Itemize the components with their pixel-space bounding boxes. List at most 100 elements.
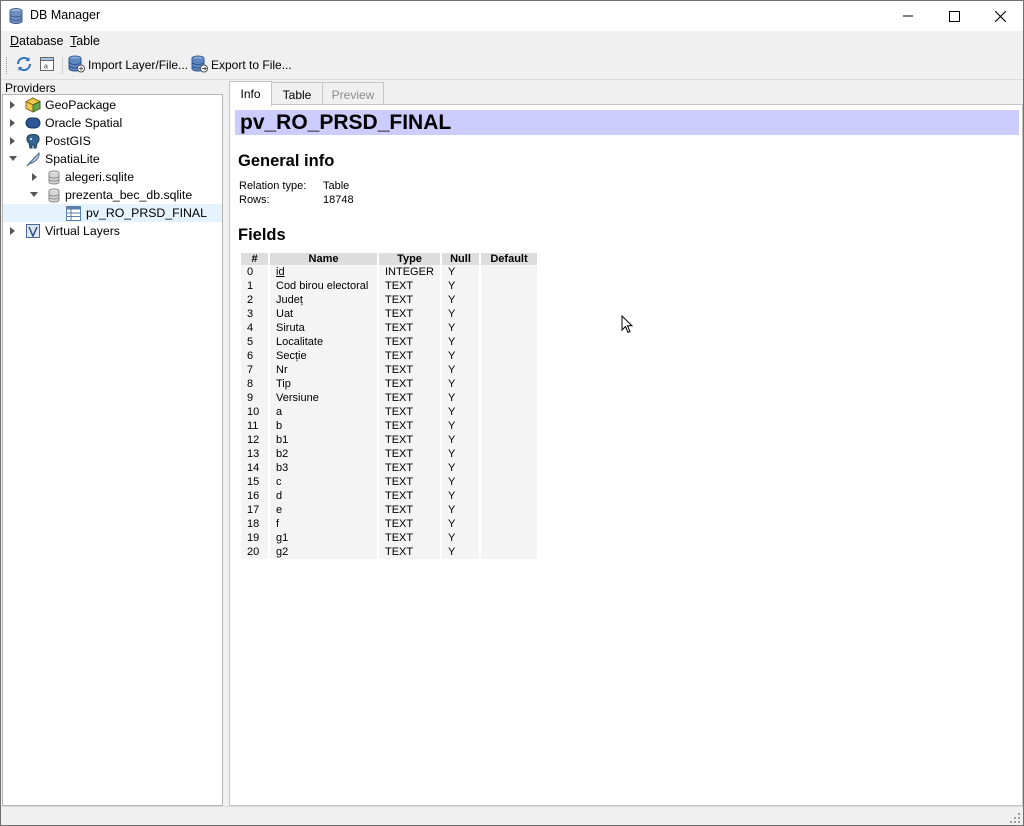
field-name-cell: g2	[270, 545, 377, 559]
export-to-file-button[interactable]: Export to File...	[191, 54, 292, 76]
expand-arrow-icon[interactable]	[9, 137, 17, 145]
field-default-cell	[481, 279, 537, 293]
tree-item-pv-ro-prsd-final[interactable]: pv_RO_PRSD_FINAL	[3, 204, 222, 222]
field-type-cell: TEXT	[379, 517, 440, 531]
refresh-button[interactable]	[15, 54, 33, 76]
expand-arrow-icon[interactable]	[9, 119, 17, 127]
virtual-layers-icon	[25, 223, 41, 239]
field-name-cell: f	[270, 517, 377, 531]
table-row: 8 Tip TEXT Y	[241, 377, 537, 391]
database-icon	[9, 8, 23, 25]
tree-item-alegeri-sqlite[interactable]: alegeri.sqlite	[3, 168, 222, 186]
field-name-cell: g1	[270, 531, 377, 545]
relation-type-value: Table	[323, 180, 350, 192]
column-header-number: #	[241, 253, 268, 265]
menu-table[interactable]: Table	[70, 34, 100, 48]
field-default-cell	[481, 447, 537, 461]
column-header-type: Type	[379, 253, 440, 265]
field-type-cell: TEXT	[379, 307, 440, 321]
field-number-cell: 16	[241, 489, 268, 503]
field-type-cell: INTEGER	[379, 265, 440, 279]
expand-arrow-icon[interactable]	[9, 101, 17, 109]
field-null-cell: Y	[442, 307, 479, 321]
field-number-cell: 11	[241, 419, 268, 433]
providers-tree[interactable]: GeoPackage Oracle Spatial PostGIS Spatia…	[2, 94, 223, 806]
field-name-cell: b2	[270, 447, 377, 461]
field-number-cell: 10	[241, 405, 268, 419]
close-button[interactable]	[977, 1, 1023, 31]
field-type-cell: TEXT	[379, 377, 440, 391]
field-null-cell: Y	[442, 321, 479, 335]
tree-item-label: prezenta_bec_db.sqlite	[65, 188, 193, 202]
refresh-icon	[15, 55, 33, 76]
field-null-cell: Y	[442, 377, 479, 391]
import-layer-button[interactable]: Import Layer/File...	[68, 54, 188, 76]
tree-item-label: pv_RO_PRSD_FINAL	[86, 206, 207, 220]
tree-item-spatialite[interactable]: SpatiaLite	[3, 150, 222, 168]
field-type-cell: TEXT	[379, 475, 440, 489]
table-name-header: pv_RO_PRSD_FINAL	[235, 110, 1019, 135]
mouse-cursor-icon	[621, 314, 635, 335]
field-type-cell: TEXT	[379, 405, 440, 419]
tab-bar: Info Table Preview	[229, 81, 1023, 106]
field-name-cell: c	[270, 475, 377, 489]
table-row: 5 Localitate TEXT Y	[241, 335, 537, 349]
tree-item-geopackage[interactable]: GeoPackage	[3, 96, 222, 114]
table-row: 7 Nr TEXT Y	[241, 363, 537, 377]
field-number-cell: 7	[241, 363, 268, 377]
table-row: 20 g2 TEXT Y	[241, 545, 537, 559]
sql-window-button[interactable]: a	[39, 54, 55, 76]
field-default-cell	[481, 517, 537, 531]
field-number-cell: 1	[241, 279, 268, 293]
resize-grip-icon[interactable]	[1009, 812, 1021, 824]
collapse-arrow-icon[interactable]	[9, 155, 17, 163]
table-row: 14 b3 TEXT Y	[241, 461, 537, 475]
field-default-cell	[481, 461, 537, 475]
field-name-cell: Siruta	[270, 321, 377, 335]
field-type-cell: TEXT	[379, 433, 440, 447]
export-database-icon	[191, 55, 208, 76]
table-row: 10 a TEXT Y	[241, 405, 537, 419]
field-number-cell: 9	[241, 391, 268, 405]
field-name-cell: Cod birou electoral	[270, 279, 377, 293]
relation-type-label: Relation type:	[239, 180, 307, 192]
tree-item-postgis[interactable]: PostGIS	[3, 132, 222, 150]
database-cylinder-icon	[46, 169, 62, 185]
table-row: 12 b1 TEXT Y	[241, 433, 537, 447]
field-null-cell: Y	[442, 293, 479, 307]
field-number-cell: 18	[241, 517, 268, 531]
tree-item-prezenta-bec-db[interactable]: prezenta_bec_db.sqlite	[3, 186, 222, 204]
minimize-button[interactable]	[885, 1, 931, 31]
table-icon	[65, 205, 81, 221]
tree-item-oracle-spatial[interactable]: Oracle Spatial	[3, 114, 222, 132]
field-name-cell: Versiune	[270, 391, 377, 405]
field-default-cell	[481, 531, 537, 545]
expand-arrow-icon[interactable]	[9, 227, 17, 235]
field-type-cell: TEXT	[379, 503, 440, 517]
field-type-cell: TEXT	[379, 279, 440, 293]
tree-item-label: GeoPackage	[45, 98, 117, 112]
tab-table[interactable]: Table	[271, 82, 323, 106]
table-row: 4 Siruta TEXT Y	[241, 321, 537, 335]
tree-item-virtual-layers[interactable]: Virtual Layers	[3, 222, 222, 240]
field-number-cell: 2	[241, 293, 268, 307]
collapse-arrow-icon[interactable]	[30, 191, 38, 199]
field-default-cell	[481, 503, 537, 517]
table-name-title: pv_RO_PRSD_FINAL	[240, 111, 452, 134]
tab-info[interactable]: Info	[229, 81, 272, 106]
field-type-cell: TEXT	[379, 531, 440, 545]
expand-arrow-icon[interactable]	[31, 173, 39, 181]
toolbar: a Import Layer/File... Export to File...	[1, 52, 1023, 80]
toolbar-grip[interactable]	[6, 57, 10, 74]
tree-item-label: Oracle Spatial	[45, 116, 123, 130]
field-number-cell: 4	[241, 321, 268, 335]
db-manager-window: DB Manager Database Table a Import Layer…	[0, 0, 1024, 826]
field-type-cell: TEXT	[379, 335, 440, 349]
fields-header-row: # Name Type Null Default	[241, 253, 537, 265]
column-header-default: Default	[481, 253, 537, 265]
menu-database[interactable]: Database	[10, 34, 64, 48]
toolbar-separator	[62, 57, 63, 74]
field-number-cell: 17	[241, 503, 268, 517]
maximize-button[interactable]	[931, 1, 977, 31]
table-row: 3 Uat TEXT Y	[241, 307, 537, 321]
